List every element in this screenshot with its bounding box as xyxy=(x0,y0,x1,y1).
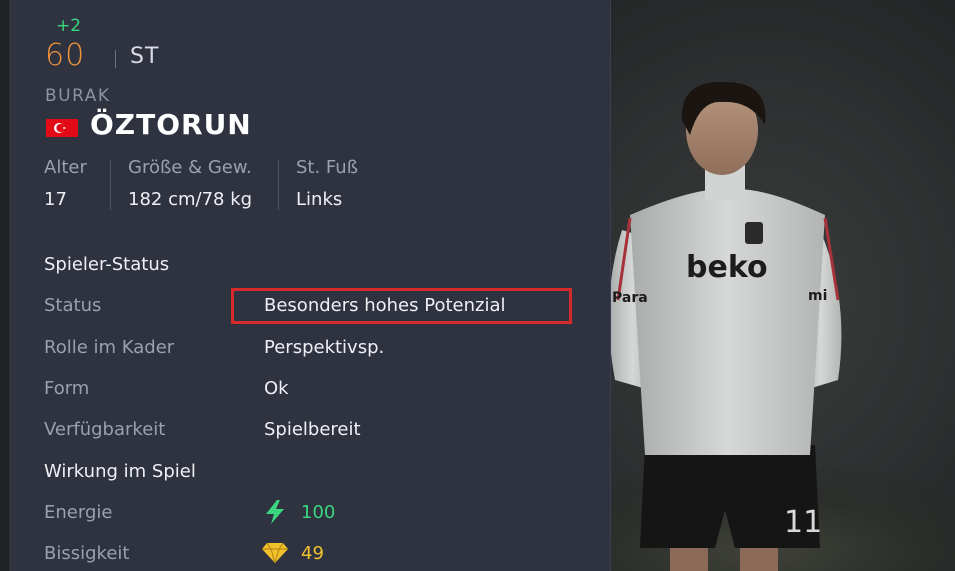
player-position: ST xyxy=(130,44,160,69)
squad-role-label: Rolle im Kader xyxy=(44,337,175,358)
player-info-panel: +2 60 ST BURAK ÖZTORUN Alter 17 Größe & … xyxy=(9,0,611,571)
size-value: 182 cm/78 kg xyxy=(128,189,253,210)
bio-divider xyxy=(278,160,279,210)
diamond-icon xyxy=(262,542,288,566)
sponsor-logo: beko xyxy=(686,250,768,285)
shorts-number: 11 xyxy=(784,505,823,540)
energy-label: Energie xyxy=(44,502,113,523)
overall-rating: 60 xyxy=(45,38,86,73)
player-first-name: BURAK xyxy=(45,86,111,106)
status-label: Status xyxy=(44,295,102,316)
form-label: Form xyxy=(44,378,90,399)
sleeve-sponsor-right: mi xyxy=(808,288,828,304)
foot-label: St. Fuß xyxy=(296,157,359,178)
sharpness-label: Bissigkeit xyxy=(44,543,130,564)
foot-value: Links xyxy=(296,189,343,210)
squad-role-value: Perspektivsp. xyxy=(264,337,385,358)
age-label: Alter xyxy=(44,157,87,178)
status-highlight-box xyxy=(231,288,572,324)
energy-value: 100 xyxy=(301,502,336,523)
size-label: Größe & Gew. xyxy=(128,157,252,178)
player-last-name: ÖZTORUN xyxy=(90,108,252,141)
rating-change: +2 xyxy=(56,16,82,36)
impact-section-title: Wirkung im Spiel xyxy=(44,461,196,482)
lightning-icon xyxy=(264,500,286,524)
sleeve-sponsor-left: Para xyxy=(612,290,648,306)
form-value: Ok xyxy=(264,378,289,399)
availability-label: Verfügbarkeit xyxy=(44,419,166,440)
status-section-title: Spieler-Status xyxy=(44,254,170,275)
rating-divider xyxy=(115,50,116,68)
age-value: 17 xyxy=(44,189,67,210)
turkey-flag-icon xyxy=(46,119,78,137)
bio-divider xyxy=(110,160,111,210)
sharpness-value: 49 xyxy=(301,543,324,564)
availability-value: Spielbereit xyxy=(264,419,361,440)
